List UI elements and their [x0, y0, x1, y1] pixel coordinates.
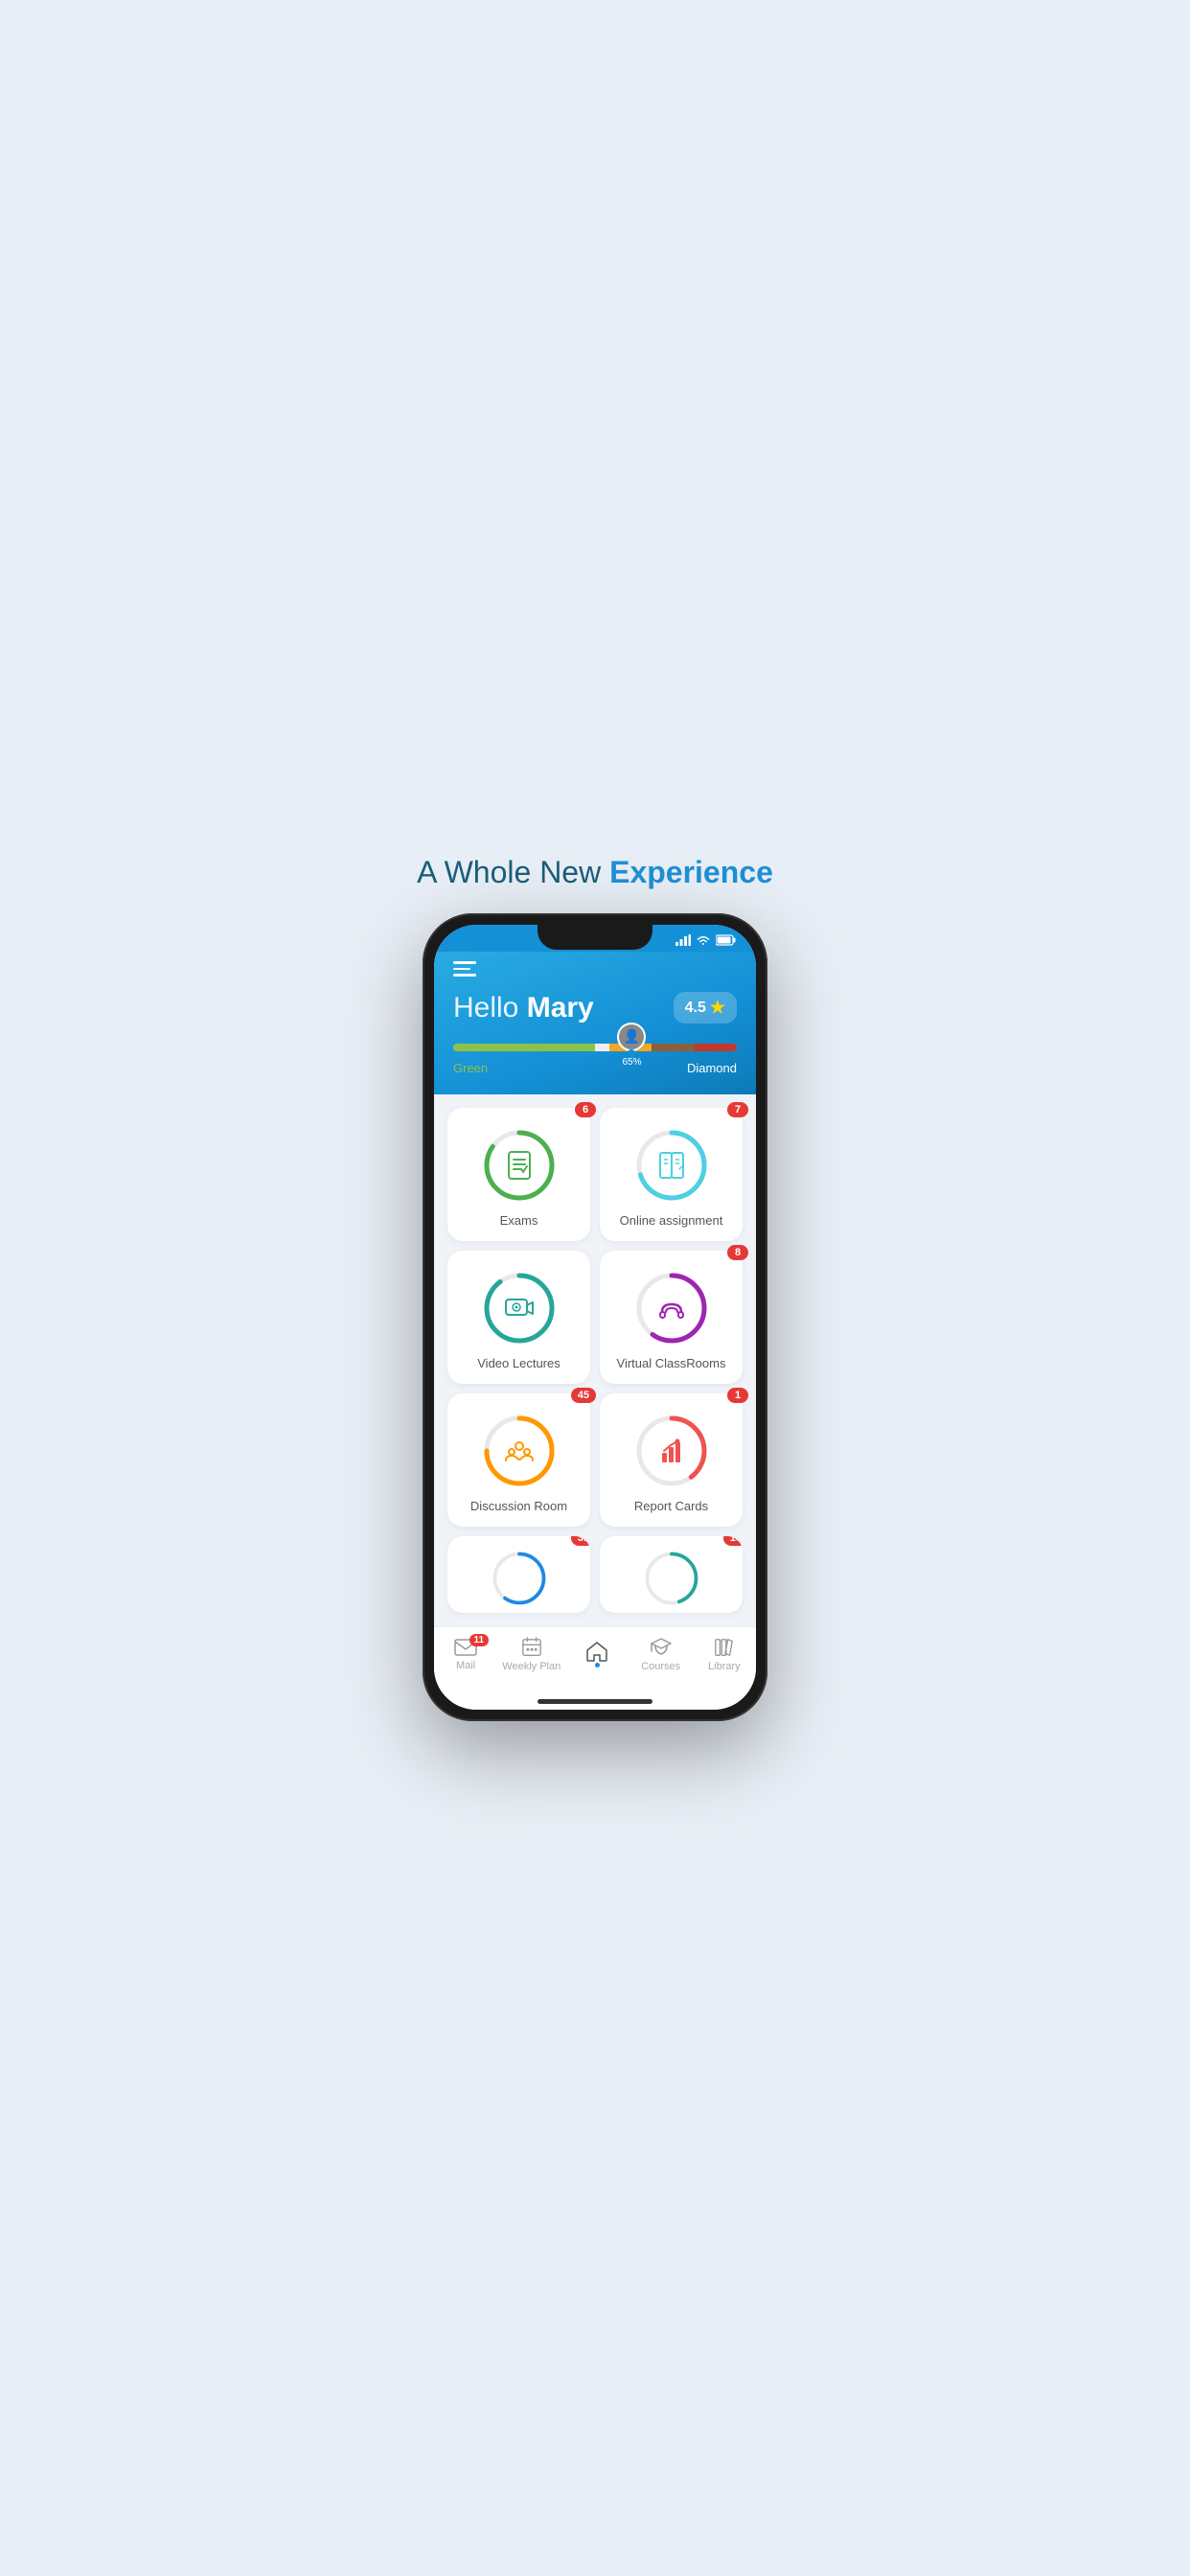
- headline-highlight: Experience: [609, 855, 773, 889]
- partial-ring-left: [491, 1550, 548, 1607]
- page-wrapper: A Whole New Experience .: [397, 855, 793, 1721]
- card-report[interactable]: 1: [600, 1393, 743, 1527]
- report-icon-wrap: [633, 1413, 710, 1489]
- notch: [538, 925, 652, 950]
- card-exams[interactable]: 6: [447, 1108, 590, 1241]
- video-icon-wrap: [481, 1270, 558, 1346]
- virtual-icon: [654, 1291, 689, 1325]
- exams-icon: [502, 1148, 537, 1183]
- nav-home[interactable]: [570, 1641, 624, 1668]
- badge-discussion: 45: [571, 1388, 596, 1403]
- nav-mail-label: Mail: [456, 1660, 475, 1671]
- home-indicator-bar: [434, 1691, 756, 1710]
- phone-screen: .: [434, 925, 756, 1710]
- discussion-label: Discussion Room: [470, 1499, 567, 1513]
- library-icon: [714, 1637, 735, 1658]
- nav-library-label: Library: [708, 1661, 741, 1672]
- virtual-label: Virtual ClassRooms: [617, 1356, 726, 1370]
- video-label: Video Lectures: [477, 1356, 561, 1370]
- badge-partial-right: 13: [723, 1536, 743, 1546]
- nav-mail[interactable]: 11 Mail: [439, 1638, 492, 1671]
- badge-assignment: 7: [727, 1102, 748, 1117]
- menu-icon[interactable]: [453, 961, 737, 977]
- video-icon: [502, 1291, 537, 1325]
- courses-icon: [650, 1637, 673, 1658]
- badge-virtual: 8: [727, 1245, 748, 1260]
- nav-mail-badge: 11: [469, 1634, 490, 1646]
- rating-value: 4.5: [685, 1000, 706, 1017]
- status-icons: [675, 934, 737, 946]
- battery-icon: [716, 934, 737, 946]
- badge-exams: 6: [575, 1102, 596, 1117]
- badge-report: 1: [727, 1388, 748, 1403]
- card-video[interactable]: Video Lectures: [447, 1251, 590, 1384]
- rating-badge: 4.5 ★: [674, 992, 737, 1024]
- progress-labels: Green Diamond: [453, 1061, 737, 1075]
- home-icon: [585, 1641, 608, 1662]
- assignment-icon: [654, 1148, 689, 1183]
- greeting-row: Hello Mary 4.5 ★: [453, 992, 737, 1024]
- nav-weekly-plan[interactable]: Weekly Plan: [502, 1637, 561, 1672]
- nav-library[interactable]: Library: [698, 1637, 751, 1672]
- segment-red: [695, 1044, 737, 1051]
- card-assignment[interactable]: 7: [600, 1108, 743, 1241]
- exams-label: Exams: [500, 1213, 538, 1228]
- progress-percent: 65%: [622, 1057, 641, 1068]
- status-bar: .: [434, 925, 756, 952]
- exams-icon-wrap: [481, 1127, 558, 1204]
- wifi-icon: [696, 934, 711, 946]
- progress-track: 👤 65%: [453, 1044, 737, 1051]
- partial-card-left[interactable]: 31: [447, 1536, 590, 1613]
- phone-frame: .: [423, 913, 767, 1721]
- bottom-nav: 11 Mail: [434, 1626, 756, 1691]
- progress-avatar: 👤 65%: [617, 1023, 646, 1051]
- progress-segments: [453, 1044, 737, 1051]
- report-label: Report Cards: [634, 1499, 708, 1513]
- partial-ring-right: [643, 1550, 700, 1607]
- partial-cards-row: 31 13: [447, 1536, 743, 1613]
- label-diamond: Diamond: [687, 1061, 737, 1075]
- virtual-icon-wrap: [633, 1270, 710, 1346]
- nav-courses[interactable]: Courses: [634, 1637, 688, 1672]
- headline: A Whole New Experience: [417, 855, 773, 890]
- nav-weekly-label: Weekly Plan: [502, 1661, 561, 1672]
- home-active-dot: [595, 1663, 600, 1668]
- greeting-name: Mary: [527, 992, 594, 1024]
- badge-partial-left: 31: [571, 1536, 590, 1546]
- calendar-icon: [521, 1637, 542, 1658]
- nav-courses-label: Courses: [641, 1661, 680, 1672]
- progress-container: 👤 65%: [453, 1044, 737, 1051]
- assignment-label: Online assignment: [620, 1213, 723, 1228]
- cards-grid: 6: [447, 1108, 743, 1527]
- avatar: 👤: [617, 1023, 646, 1051]
- greeting-text: Hello Mary: [453, 992, 594, 1024]
- report-icon: [654, 1434, 689, 1468]
- signal-icon: [675, 934, 691, 946]
- partial-card-right[interactable]: 13: [600, 1536, 743, 1613]
- discussion-icon-wrap: [481, 1413, 558, 1489]
- discussion-icon: [502, 1434, 537, 1468]
- segment-green: [453, 1044, 595, 1051]
- card-discussion[interactable]: 45: [447, 1393, 590, 1527]
- card-virtual[interactable]: 8: [600, 1251, 743, 1384]
- label-green: Green: [453, 1061, 488, 1075]
- home-indicator: [538, 1699, 652, 1704]
- segment-white: [595, 1044, 609, 1051]
- star-icon: ★: [710, 998, 725, 1018]
- assignment-icon-wrap: [633, 1127, 710, 1204]
- headline-prefix: A Whole New: [417, 855, 609, 889]
- header-section: Hello Mary 4.5 ★: [434, 952, 756, 1094]
- segment-brown: [652, 1044, 694, 1051]
- greeting-prefix: Hello: [453, 992, 527, 1024]
- cards-section: 6: [434, 1094, 756, 1626]
